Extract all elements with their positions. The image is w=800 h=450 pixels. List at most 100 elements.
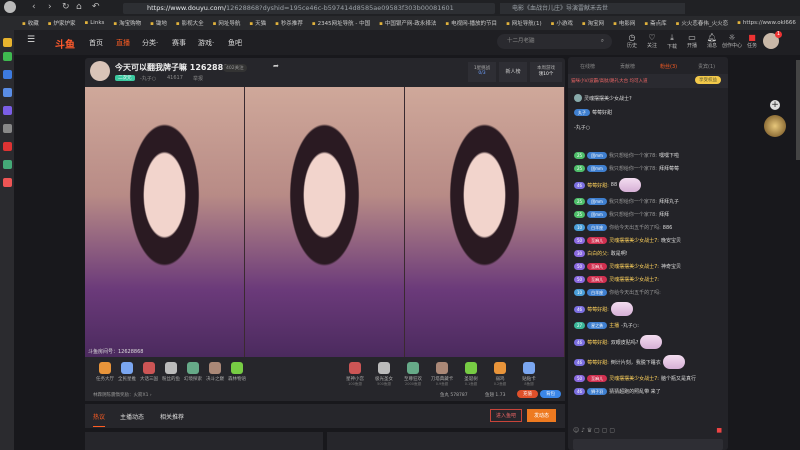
video-player[interactable]: 斗鱼房间号：12628868 <box>85 87 565 357</box>
messages-button[interactable]: 🔔︎ 消息 <box>701 33 723 49</box>
user-avatar[interactable]: 1 <box>763 31 782 49</box>
backpack-button[interactable]: 背包 <box>540 390 561 398</box>
site-search-input[interactable]: 十二月老鼬 ⌕ <box>497 34 612 49</box>
anchor-avatar[interactable] <box>90 61 110 81</box>
app-icon[interactable] <box>3 52 12 61</box>
reload-icon[interactable]: ↻ <box>62 2 70 12</box>
undo-icon[interactable]: ↶ <box>92 2 100 12</box>
address-bar[interactable]: https://www.douyu.com/12628868?dyshid=19… <box>123 3 495 14</box>
start-stream-button[interactable]: ▭ 开播 <box>681 33 703 49</box>
bookmark-item[interactable]: 斋点库 <box>644 19 667 27</box>
reward-text[interactable]: 林霖阴陈震惰奖励：火箭X1 › <box>93 392 152 398</box>
post-button[interactable]: 发动态 <box>527 409 557 422</box>
username[interactable]: 我只想给你一个家78: <box>609 152 657 159</box>
bookmark-item[interactable]: 秒杀推荐 <box>275 19 303 27</box>
follow-count[interactable]: 402关注 <box>223 64 247 72</box>
nav-games[interactable]: 游戏· <box>198 38 214 48</box>
weekly-game[interactable]: 本周游戏 领10个 <box>530 62 562 82</box>
bookmark-item[interactable]: 电视网-播放的节目 <box>445 19 497 27</box>
home-icon[interactable]: ⌂ <box>76 2 82 12</box>
recharge-button[interactable]: 充值 <box>517 390 538 398</box>
bookmark-item[interactable]: 锄地 <box>150 19 167 27</box>
browser-search-box[interactable]: 电影《血战台儿庄》导演雷献禾去世 <box>500 3 685 14</box>
follow-button[interactable]: ♡ 关注 <box>641 33 663 49</box>
username[interactable]: 灵魂摆摆美少女战士7: <box>609 375 659 382</box>
menu-icon[interactable]: ☰ <box>27 35 35 45</box>
bookmark-item[interactable]: 网址导航(1) <box>506 19 542 27</box>
username[interactable]: 灵魂摆摆美少女战士7: <box>609 237 659 244</box>
creator-center-button[interactable]: ☼ 创作中心 <box>721 33 743 49</box>
gift-item[interactable]: 星神小宫 100鱼翅 <box>340 362 370 387</box>
username[interactable]: 莓莓好甜: <box>587 306 609 313</box>
gift-item[interactable]: 至尊狂欢 2000鱼翅 <box>398 362 428 387</box>
app-icon[interactable] <box>3 124 12 133</box>
bookmark-item[interactable]: https://www.okl666 <box>737 20 796 26</box>
douyu-logo[interactable]: 斗鱼 <box>55 36 75 51</box>
share-icon[interactable]: ➦ <box>273 62 279 70</box>
back-icon[interactable]: ‹ <box>32 2 36 12</box>
bookmark-item[interactable]: 收藏 <box>22 19 39 27</box>
post-card[interactable] <box>327 432 565 450</box>
bookmark-item[interactable]: 影视大全 <box>176 19 204 27</box>
app-icon[interactable] <box>3 70 12 79</box>
activity-entry[interactable]: 森林物语 <box>222 362 252 382</box>
anchor-name[interactable]: -丸子○ <box>140 75 156 82</box>
tab-hot[interactable]: 热议 <box>93 412 106 427</box>
username[interactable]: 我只想给你一个家78: <box>609 165 657 172</box>
app-icon[interactable] <box>3 178 12 187</box>
tab-related[interactable]: 相关推荐 <box>160 412 184 421</box>
post-card[interactable] <box>85 432 323 450</box>
gift-icon[interactable]: ■ <box>716 427 722 434</box>
username[interactable]: 主播 <box>609 322 619 329</box>
username[interactable]: 我只想给你一个家78: <box>609 211 657 218</box>
emoji-icon[interactable]: ☺ ♪ ♛ ▢ ▢ ▢ <box>573 427 615 434</box>
star-challenge[interactable]: 1星挑战 0/3 <box>468 62 496 82</box>
forward-icon[interactable]: › <box>48 2 52 12</box>
chat-input[interactable] <box>573 439 723 450</box>
download-button[interactable]: ⤓ 下载 <box>661 33 683 50</box>
username[interactable]: 你给今天出五千的了吗: <box>609 224 661 231</box>
app-icon[interactable] <box>3 88 12 97</box>
newbie-rank-button[interactable]: 新人榜 <box>499 62 527 82</box>
plus-icon[interactable]: + <box>770 100 780 110</box>
benefits-button[interactable]: 享受权益 <box>695 76 721 84</box>
bookmark-item[interactable]: 小游戏 <box>551 19 573 27</box>
bookmark-item[interactable]: 天猫 <box>249 19 266 27</box>
bookmark-item[interactable]: 中国银产网-政永择法 <box>379 19 437 27</box>
bookmark-item[interactable]: 淘宝购物 <box>113 19 141 27</box>
bookmark-item[interactable]: 2345网址导航 - 中国 <box>312 19 370 27</box>
tasks-button[interactable]: ■ 任务 <box>741 33 763 49</box>
app-icon[interactable] <box>3 142 12 151</box>
bookmark-item[interactable]: 火火恋春伟_火火恋 <box>676 19 728 27</box>
nav-category[interactable]: 分类· <box>142 38 158 48</box>
nav-live[interactable]: 直播 <box>116 38 130 48</box>
tab-fans[interactable]: 粉丝(3) <box>660 63 677 70</box>
event-badge-icon[interactable] <box>764 115 786 137</box>
category-tag[interactable]: 二次元 <box>115 75 135 81</box>
app-icon[interactable] <box>3 160 12 169</box>
favorites-icon[interactable] <box>3 38 12 47</box>
username[interactable]: 灵魂摆摆美少女战士7: <box>609 263 659 270</box>
app-icon[interactable] <box>3 106 12 115</box>
nav-home[interactable]: 首页 <box>89 38 103 48</box>
report-link[interactable]: 举报 <box>193 75 203 82</box>
username[interactable]: 白白的父: <box>587 250 609 257</box>
username[interactable]: 我只想给你一个家78: <box>609 198 657 205</box>
nav-events[interactable]: 赛事 <box>172 38 186 48</box>
bookmark-item[interactable]: 电影网 <box>613 19 636 27</box>
enter-fishbar-button[interactable]: 进入鱼吧 <box>490 409 523 422</box>
gift-item[interactable]: 刀塔典藏卡 0.9鱼翅 <box>427 362 457 387</box>
tab-contribution-rank[interactable]: 贡献榜 <box>620 63 635 70</box>
tab-anchor-feed[interactable]: 主播动态 <box>120 412 144 421</box>
profile-avatar[interactable] <box>4 1 16 13</box>
gift-item[interactable]: 贴贴卡 8鱼翅 <box>514 362 544 387</box>
bookmark-item[interactable]: 淘宝网 <box>582 19 605 27</box>
gift-item[interactable]: 弱鸡 0.2鱼翅 <box>485 362 515 387</box>
gift-item[interactable]: 极光圣女 500鱼翅 <box>369 362 399 387</box>
tab-online-rank[interactable]: 在线榜 <box>580 63 595 70</box>
bookmark-item[interactable]: 炉家炉家 <box>48 19 75 27</box>
nav-fishbar[interactable]: 鱼吧 <box>228 38 242 48</box>
gift-item[interactable]: 圣诞树 0.1鱼翅 <box>456 362 486 387</box>
bookmark-item[interactable]: Links <box>85 20 104 26</box>
username[interactable]: 你给今天出五千的了吗: <box>609 289 661 296</box>
